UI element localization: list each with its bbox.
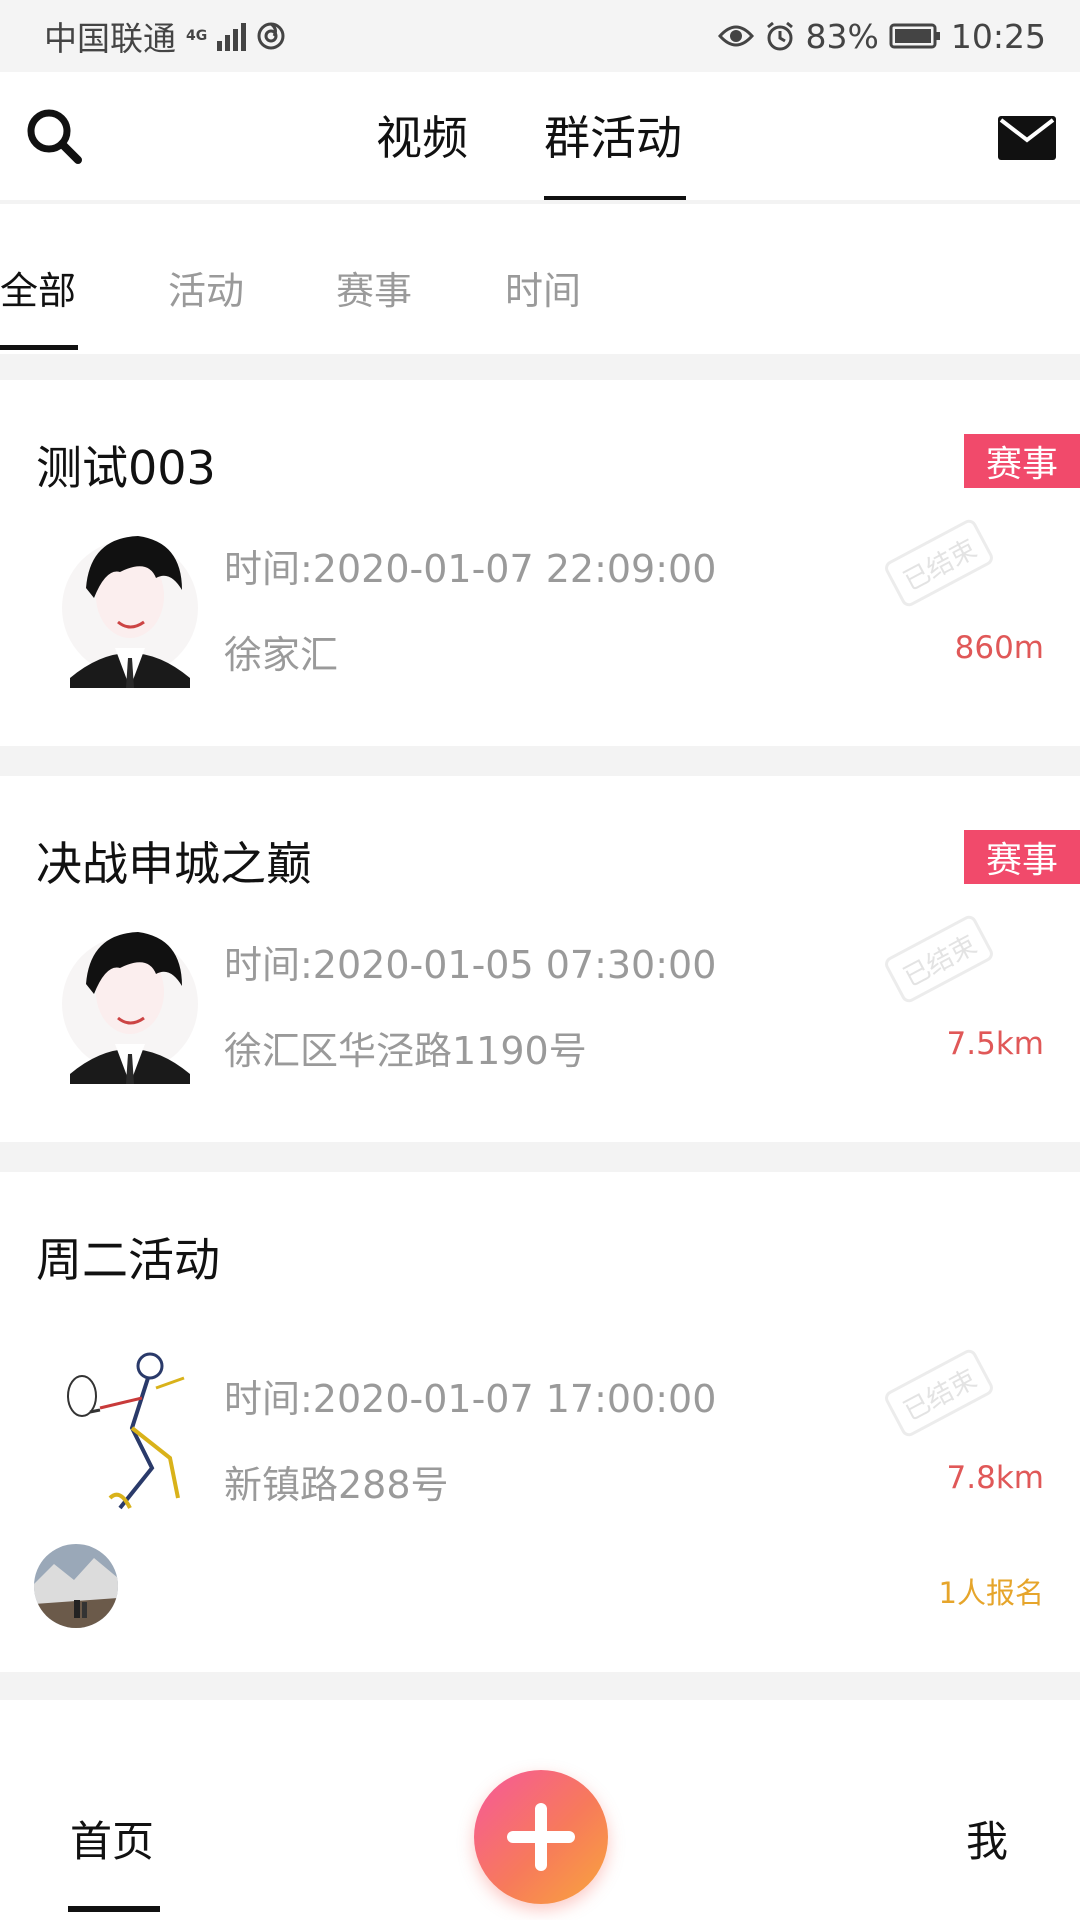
battery-percent: 83%	[805, 16, 879, 56]
signal-icon	[217, 21, 247, 51]
event-distance: 7.5km	[946, 1026, 1044, 1062]
event-type-badge: 赛事	[964, 830, 1080, 884]
event-distance: 860m	[954, 630, 1044, 666]
ended-stamp: 已结束	[882, 912, 996, 1006]
event-address: 徐汇区华泾路1190号	[224, 1029, 587, 1073]
tab-group-activity[interactable]: 群活动	[544, 102, 682, 168]
tab-video[interactable]: 视频	[376, 102, 468, 168]
app-screen: 中国联通 4G 83% 10:25 视频 群活动 全部 活动 赛事 时间 测试0…	[0, 0, 1080, 1920]
hotspot-icon	[257, 22, 285, 50]
bottom-nav: 首页 我	[0, 1700, 1080, 1920]
add-button[interactable]	[474, 1770, 608, 1904]
divider	[0, 746, 1080, 776]
event-title: 测试003	[36, 441, 216, 495]
alarm-icon	[766, 21, 793, 51]
network-type: 4G	[186, 27, 208, 44]
divider	[0, 1142, 1080, 1172]
participant-avatar[interactable]	[34, 1544, 118, 1628]
event-address: 新镇路288号	[224, 1463, 449, 1507]
filter-time[interactable]: 时间	[505, 260, 581, 315]
tennis-player-sketch	[60, 1348, 200, 1518]
event-time: 时间:2020-01-07 22:09:00	[224, 547, 717, 591]
event-time: 时间:2020-01-05 07:30:00	[224, 943, 717, 987]
nav-home[interactable]: 首页	[70, 1808, 154, 1869]
carrier-label: 中国联通	[44, 19, 176, 58]
event-distance: 7.8km	[946, 1460, 1044, 1496]
event-time: 时间:2020-01-07 17:00:00	[224, 1377, 717, 1421]
event-card[interactable]: 测试003 赛事 时间:2020-01-07 22:09:00 徐家汇 已结束 …	[0, 380, 1080, 746]
battery-icon	[889, 23, 940, 49]
event-type-badge: 赛事	[964, 434, 1080, 488]
eye-icon	[717, 25, 754, 47]
active-filter-indicator	[0, 345, 78, 350]
nav-me[interactable]: 我	[966, 1808, 1008, 1869]
search-icon[interactable]	[24, 106, 84, 166]
event-title: 决战申城之巅	[36, 837, 312, 891]
signup-count: 1人报名	[938, 1576, 1044, 1610]
status-bar: 中国联通 4G 83% 10:25	[0, 0, 1080, 72]
ended-stamp: 已结束	[882, 1346, 996, 1440]
event-card[interactable]: 周二活动 时间:2020-01-07 17:00:00 新镇路288号 已结束 …	[0, 1172, 1080, 1672]
event-title: 周二活动	[36, 1233, 220, 1287]
filter-all[interactable]: 全部	[0, 260, 76, 315]
clock: 10:25	[950, 16, 1046, 56]
anime-boy-avatar	[62, 932, 198, 1084]
mail-icon[interactable]	[998, 116, 1056, 160]
filter-activity[interactable]: 活动	[168, 260, 244, 315]
divider	[0, 1672, 1080, 1700]
filter-tabs: 全部 活动 赛事 时间	[0, 204, 1080, 354]
plus-icon	[507, 1803, 575, 1871]
ended-stamp: 已结束	[882, 516, 996, 610]
event-card[interactable]: 决战申城之巅 赛事 时间:2020-01-05 07:30:00 徐汇区华泾路1…	[0, 776, 1080, 1142]
divider	[0, 354, 1080, 380]
top-nav: 视频 群活动	[0, 72, 1080, 204]
filter-match[interactable]: 赛事	[336, 260, 412, 315]
anime-boy-avatar	[62, 536, 198, 688]
active-nav-indicator	[68, 1906, 160, 1912]
event-address: 徐家汇	[224, 633, 339, 677]
